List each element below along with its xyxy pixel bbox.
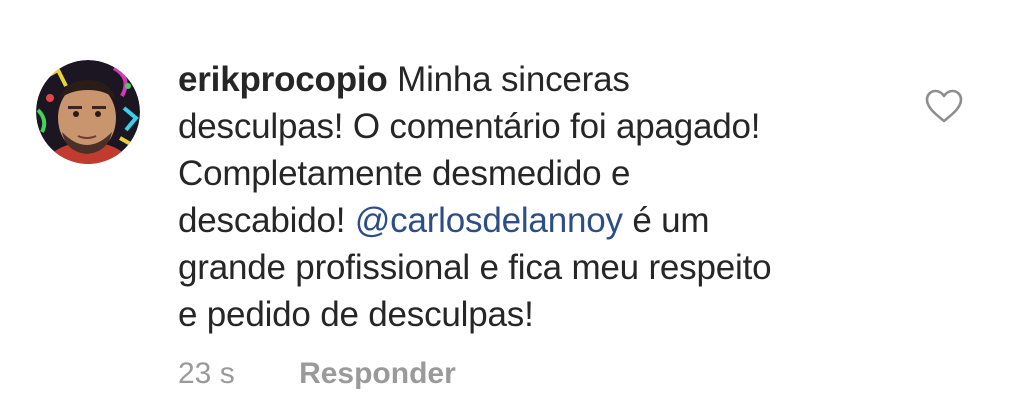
comment-line: desculpas! O comentário foi apagado! xyxy=(178,107,761,146)
comment-timestamp: 23 s xyxy=(178,357,235,390)
comment-text-segment: é um xyxy=(622,201,710,240)
comment-line: Completamente desmedido e xyxy=(178,154,631,193)
avatar-photo xyxy=(36,60,140,164)
comment-body: erikprocopio Minha sinceras desculpas! O… xyxy=(178,56,898,338)
comment: erikprocopio Minha sinceras desculpas! O… xyxy=(0,0,1024,419)
comment-line: erikprocopio Minha sinceras xyxy=(178,56,898,103)
mention-link[interactable]: @carlosdelannoy xyxy=(355,201,623,240)
comment-text-segment: descabido! xyxy=(178,201,355,240)
reply-button[interactable]: Responder xyxy=(299,354,456,394)
comment-line: e pedido de desculpas! xyxy=(178,295,534,334)
avatar[interactable] xyxy=(36,60,140,164)
heart-outline-icon xyxy=(925,89,963,123)
comment-line: descabido! @carlosdelannoy é um xyxy=(178,197,898,244)
like-button[interactable] xyxy=(924,88,964,124)
comment-line: grande profissional e fica meu respeito xyxy=(178,248,772,287)
comment-username[interactable]: erikprocopio xyxy=(178,60,388,99)
comment-meta: 23 s Responder xyxy=(178,354,456,394)
comment-text-segment: Minha sinceras xyxy=(387,60,630,99)
